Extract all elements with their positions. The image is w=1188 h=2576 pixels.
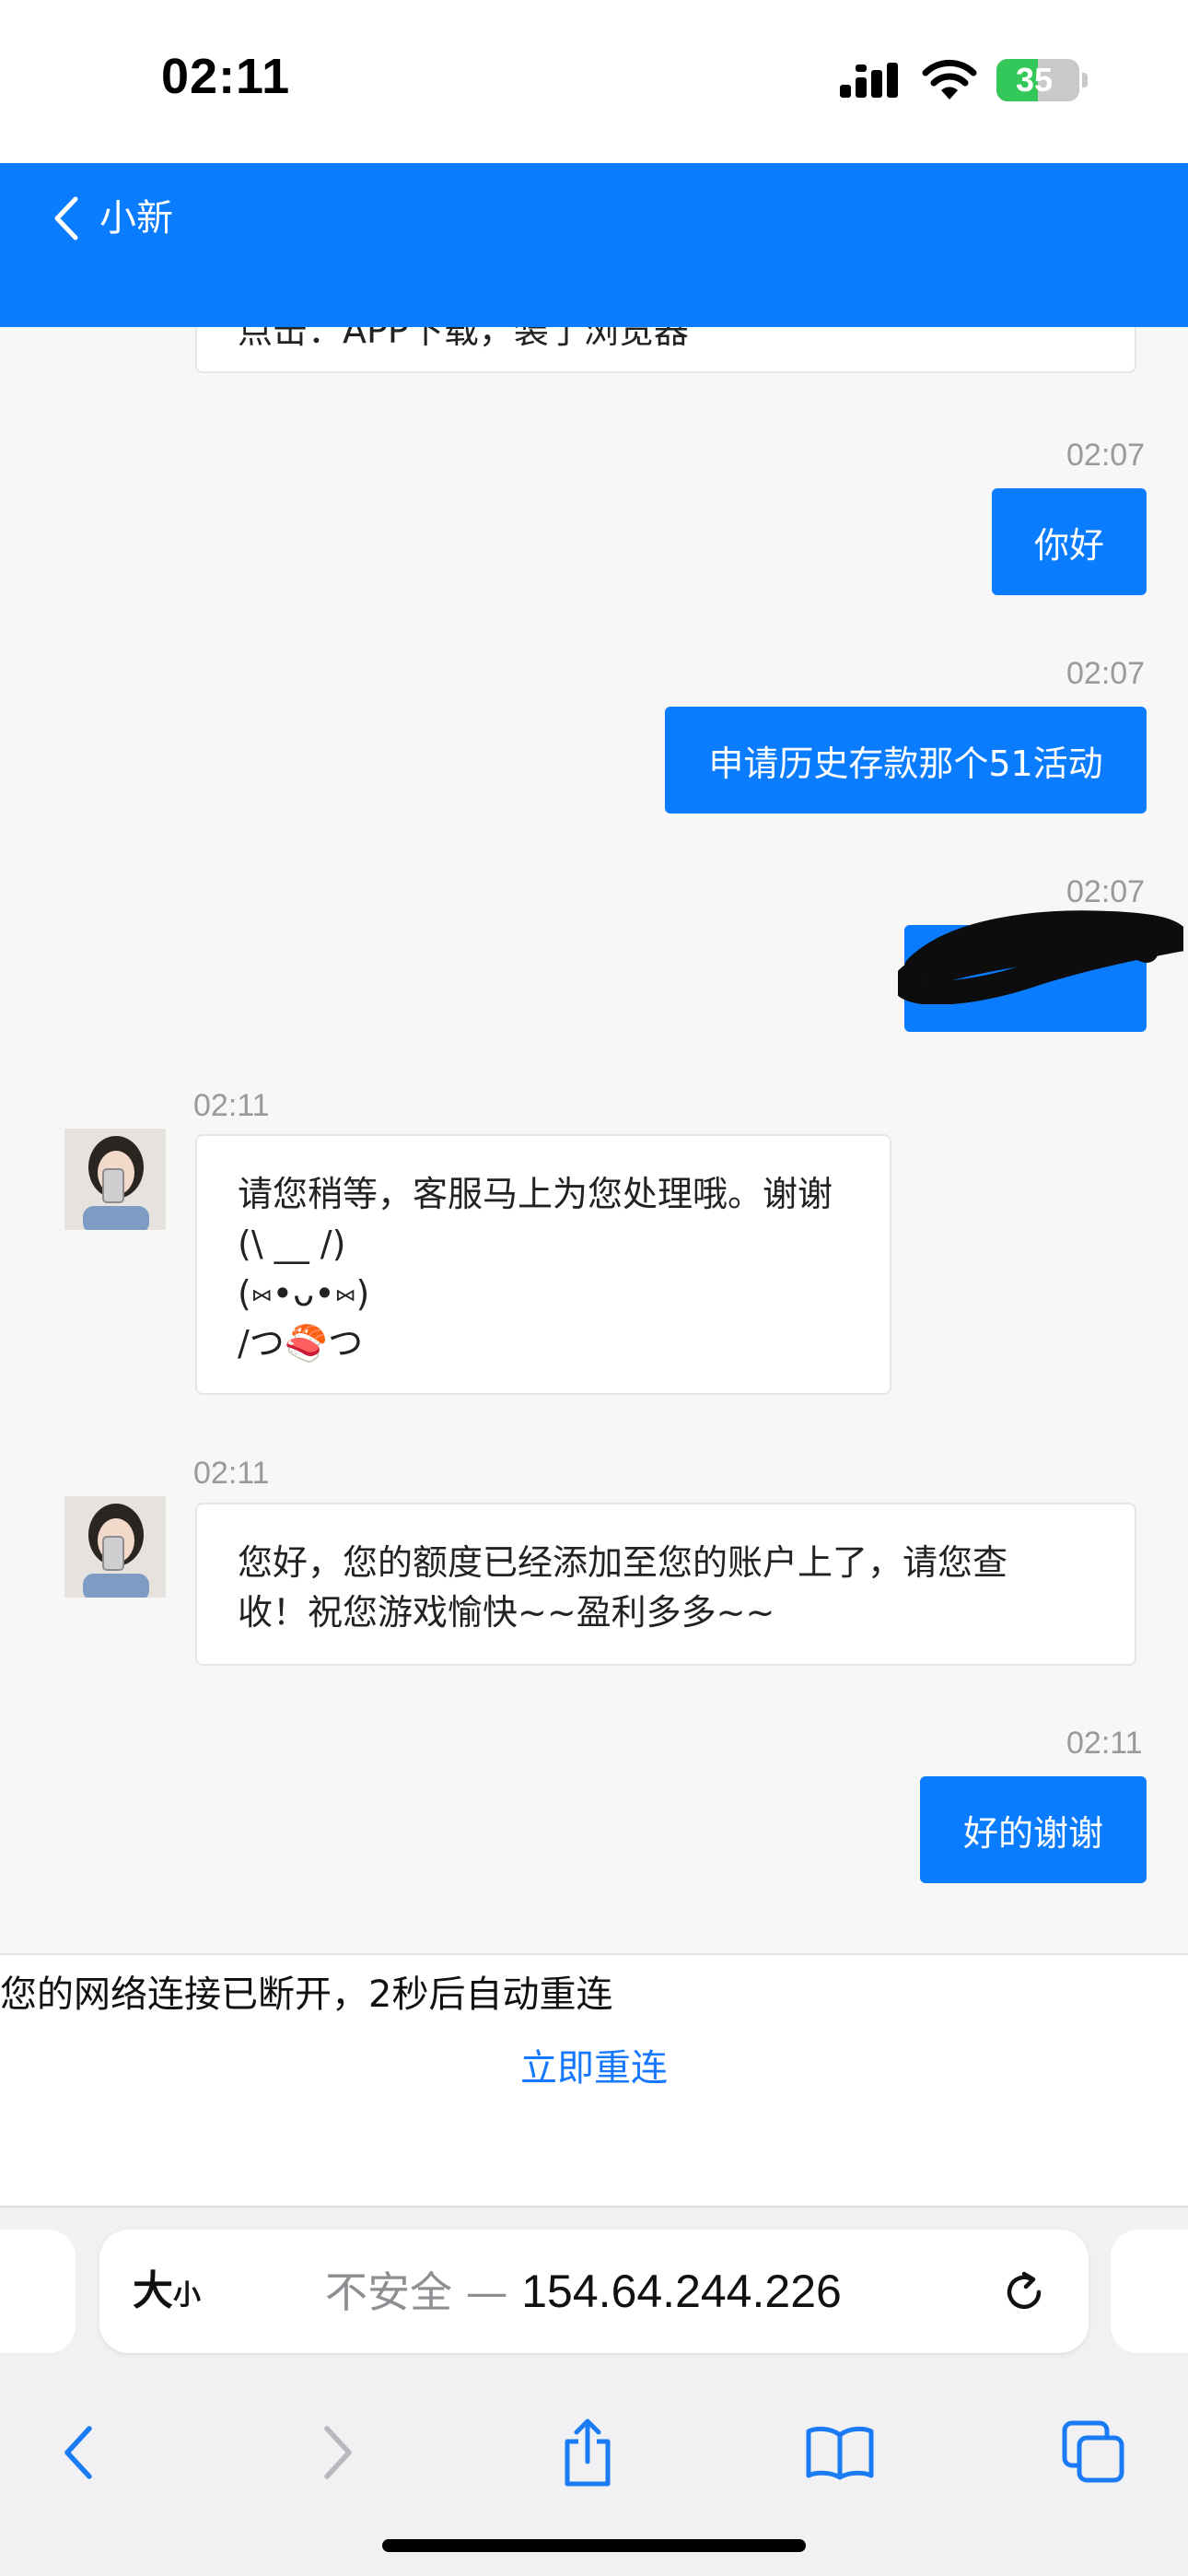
share-icon — [565, 2418, 611, 2487]
message-line: /つ🍣つ — [238, 1323, 364, 1364]
status-time: 02:11 — [161, 49, 291, 104]
chevron-left-icon — [54, 196, 78, 240]
back-button[interactable] — [33, 163, 98, 274]
message-line: (\ __ /) — [238, 1224, 346, 1264]
tabs-icon — [1062, 2420, 1124, 2483]
outgoing-message[interactable]: 好的谢谢 — [920, 1776, 1147, 1883]
chat-area[interactable]: 点击：APP下载，装了浏览器 02:07 你好 02:07 申请历史存款那个51… — [0, 327, 1188, 1953]
forward-nav-button[interactable] — [301, 2416, 375, 2489]
browser-toolbar: 大小 不安全 — 154.64.244.226 — [0, 2207, 1188, 2576]
battery-charging-icon: 35 — [996, 59, 1079, 101]
reconnect-now-link[interactable]: 立即重连 — [0, 2038, 1188, 2091]
message-line: (⑅•ᴗ•⑅) — [238, 1273, 370, 1314]
message-line: 收！祝您游戏愉快~~盈利多多~~ — [238, 1592, 775, 1633]
tabs-button[interactable] — [1057, 2416, 1131, 2489]
agent-avatar — [64, 1129, 166, 1230]
previous-tab-preview[interactable] — [0, 2230, 76, 2353]
incoming-message[interactable]: 请您稍等，客服马上为您处理哦。谢谢 (\ __ /) (⑅•ᴗ•⑅) /つ🍣つ — [195, 1134, 891, 1395]
message-time: 02:11 — [193, 1088, 270, 1123]
insecure-label: 不安全 — — [325, 2267, 522, 2317]
text-size-button[interactable]: 大小 — [133, 2230, 201, 2353]
text-size-small: 小 — [173, 2280, 201, 2311]
message-time: 02:11 — [1066, 1726, 1143, 1761]
battery-cap — [1082, 73, 1088, 88]
message-line: 请您稍等，客服马上为您处理哦。谢谢 — [238, 1174, 833, 1214]
header-title: 小新 — [99, 197, 173, 240]
signal-icon — [840, 63, 898, 98]
chat-header: 小新 — [0, 163, 1188, 327]
battery-level: 35 — [1015, 61, 1054, 99]
text-size-big: 大 — [133, 2268, 173, 2313]
bookmarks-icon — [806, 2426, 874, 2480]
redaction-scribble — [898, 910, 1183, 1004]
avatar-image — [64, 1129, 166, 1230]
connection-notice: 您的网络连接已断开，2秒后自动重连 立即重连 — [0, 1953, 1188, 2207]
url-display[interactable]: 不安全 — 154.64.244.226 — [325, 2230, 842, 2353]
back-icon — [64, 2426, 92, 2479]
outgoing-message[interactable]: 申请历史存款那个51活动 — [665, 707, 1147, 814]
share-button[interactable] — [551, 2416, 624, 2489]
reload-icon[interactable] — [998, 2266, 1050, 2318]
status-bar: 02:11 35 — [0, 0, 1188, 163]
address-bar[interactable]: 大小 不安全 — 154.64.244.226 — [99, 2230, 1089, 2353]
home-indicator[interactable] — [382, 2539, 806, 2552]
partial-message-text: 点击：APP下载，装了浏览器 — [238, 327, 689, 351]
message-time: 02:11 — [193, 1456, 270, 1491]
outgoing-message[interactable]: 你好 — [992, 488, 1147, 595]
incoming-message[interactable]: 您好，您的额度已经添加至您的账户上了，请您查 收！祝您游戏愉快~~盈利多多~~ — [195, 1503, 1136, 1666]
message-line: 您好，您的额度已经添加至您的账户上了，请您查 — [238, 1542, 1008, 1583]
message-bubble-partial: 点击：APP下载，装了浏览器 — [195, 327, 1136, 373]
agent-avatar — [64, 1496, 166, 1598]
forward-icon — [324, 2426, 352, 2479]
back-nav-button[interactable] — [41, 2416, 115, 2489]
next-tab-preview[interactable] — [1111, 2230, 1188, 2353]
url-host: 154.64.244.226 — [521, 2266, 842, 2317]
notice-text: 您的网络连接已断开，2秒后自动重连 — [0, 1973, 613, 2016]
avatar-image — [64, 1496, 166, 1598]
bookmarks-button[interactable] — [803, 2416, 877, 2489]
wifi-icon — [922, 59, 977, 100]
message-time: 02:07 — [1066, 656, 1146, 691]
message-time: 02:07 — [1066, 438, 1146, 473]
